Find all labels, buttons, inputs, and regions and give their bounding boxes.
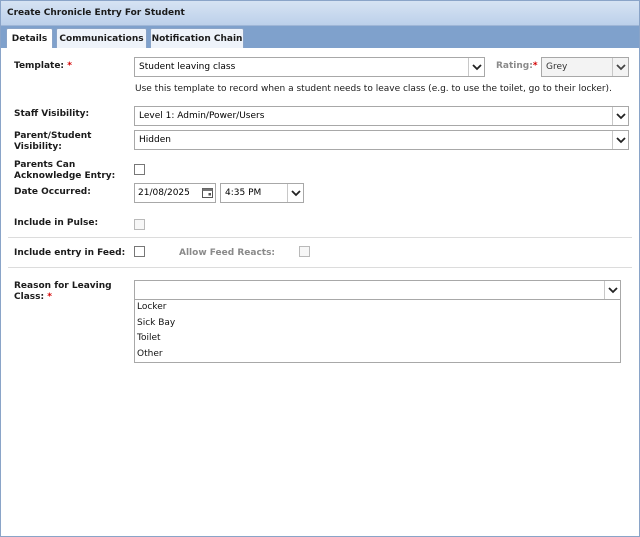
calendar-icon[interactable] (202, 187, 213, 205)
tab-notification-chain[interactable]: Notification Chain (150, 28, 244, 48)
parents-acknowledge-label: Parents Can Acknowledge Entry: (14, 160, 116, 181)
create-chronicle-window: Create Chronicle Entry For Student Detai… (0, 0, 640, 537)
tab-strip: Details Communications Notification Chai… (1, 26, 639, 49)
allow-feed-reacts-label: Allow Feed Reacts: (179, 248, 276, 258)
reason-option-other[interactable]: Other (137, 349, 163, 359)
chevron-down-icon[interactable] (612, 131, 628, 149)
chevron-down-icon[interactable] (468, 58, 484, 76)
staff-visibility-label: Staff Visibility: (14, 109, 90, 119)
include-in-feed-checkbox[interactable] (134, 246, 145, 257)
required-marker: * (47, 292, 52, 302)
allow-feed-reacts-checkbox[interactable] (299, 246, 310, 257)
section-divider (8, 237, 632, 238)
time-select[interactable]: 4:35 PM (220, 183, 304, 203)
include-in-pulse-checkbox[interactable] (134, 219, 145, 230)
rating-select[interactable]: Grey (541, 57, 629, 77)
tab-communications[interactable]: Communications (56, 28, 147, 48)
template-label: Template: * (14, 61, 72, 71)
required-marker: * (532, 61, 538, 71)
required-marker: * (67, 61, 72, 71)
reason-options-list: Locker Sick Bay Toilet Other (134, 299, 621, 363)
parents-acknowledge-checkbox[interactable] (134, 164, 145, 175)
parent-student-visibility-label: Parent/Student Visibility: (14, 131, 92, 152)
chevron-down-icon[interactable] (612, 58, 628, 76)
details-panel: Template: * Student leaving class Rating… (1, 48, 639, 536)
parent-student-visibility-select[interactable]: Hidden (134, 130, 629, 150)
chevron-down-icon[interactable] (604, 281, 620, 299)
reason-option-sick-bay[interactable]: Sick Bay (137, 318, 175, 328)
window-title: Create Chronicle Entry For Student (1, 1, 639, 26)
section-divider (8, 267, 632, 268)
reason-select[interactable] (134, 280, 621, 300)
reason-option-locker[interactable]: Locker (137, 302, 166, 312)
template-help-text: Use this template to record when a stude… (135, 84, 612, 94)
reason-label: Reason for Leaving Class: * (14, 281, 112, 302)
date-value: 21/08/2025 (138, 188, 190, 198)
staff-visibility-select[interactable]: Level 1: Admin/Power/Users (134, 106, 629, 126)
include-in-pulse-label: Include in Pulse: (14, 218, 99, 228)
rating-value: Grey (546, 62, 568, 72)
date-input[interactable]: 21/08/2025 (134, 183, 216, 203)
date-occurred-label: Date Occurred: (14, 187, 91, 197)
include-in-feed-label: Include entry in Feed: (14, 248, 126, 258)
time-value: 4:35 PM (225, 188, 262, 198)
chevron-down-icon[interactable] (287, 184, 303, 202)
tab-details[interactable]: Details (6, 28, 53, 49)
staff-visibility-value: Level 1: Admin/Power/Users (139, 111, 265, 121)
reason-option-toilet[interactable]: Toilet (137, 333, 161, 343)
chevron-down-icon[interactable] (612, 107, 628, 125)
template-value: Student leaving class (139, 62, 236, 72)
parent-student-visibility-value: Hidden (139, 135, 171, 145)
template-select[interactable]: Student leaving class (134, 57, 485, 77)
rating-label: Rating:* (496, 61, 538, 71)
